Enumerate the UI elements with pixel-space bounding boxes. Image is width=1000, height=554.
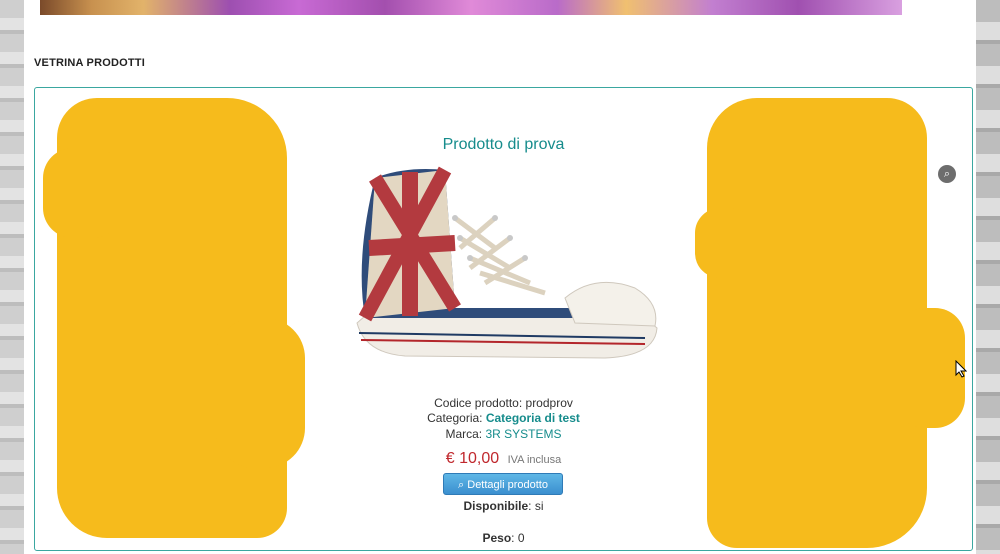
- magnifier-icon: ⌕: [458, 479, 465, 491]
- product-title[interactable]: Prodotto di prova: [35, 136, 972, 154]
- product-category-label: Categoria:: [427, 411, 483, 425]
- product-price: € 10,00: [445, 450, 500, 467]
- vat-note: IVA inclusa: [507, 454, 562, 466]
- mouse-cursor-icon: [955, 360, 967, 378]
- product-brand-link[interactable]: 3R SYSTEMS: [486, 427, 562, 441]
- product-brand-line: Marca: 3R SYSTEMS: [35, 427, 972, 441]
- product-code-label: Codice prodotto:: [434, 396, 523, 410]
- background-left: [0, 0, 24, 554]
- product-category-link[interactable]: Categoria di test: [486, 411, 580, 425]
- redaction-left-extra: [43, 148, 123, 238]
- header-banner: [40, 0, 902, 15]
- page-content: VETRINA PRODOTTI Prodotto di prova ⌕ Cod…: [24, 0, 976, 554]
- redaction-left-extra2: [215, 318, 305, 468]
- availability-label: Disponibile: [463, 499, 529, 513]
- product-image[interactable]: [345, 158, 665, 378]
- product-category-line: Categoria: Categoria di test: [35, 411, 972, 425]
- background-right: [976, 0, 1000, 554]
- weight-line: Peso: 0: [35, 531, 972, 545]
- availability-value: : si: [528, 499, 544, 513]
- product-showcase-panel: Prodotto di prova ⌕ Codice prodotto: pro…: [34, 87, 973, 551]
- weight-label: Peso: [482, 531, 512, 545]
- redaction-right: [707, 98, 927, 548]
- section-title: VETRINA PRODOTTI: [34, 57, 145, 69]
- product-details-button[interactable]: ⌕ Dettagli prodotto: [443, 473, 563, 495]
- product-code-value: prodprov: [525, 396, 573, 410]
- zoom-icon[interactable]: ⌕: [938, 165, 956, 183]
- product-brand-label: Marca:: [445, 427, 483, 441]
- product-price-line: € 10,00 IVA inclusa: [35, 450, 972, 468]
- availability-line: Disponibile: si: [35, 499, 972, 513]
- product-code-line: Codice prodotto: prodprov: [35, 396, 972, 410]
- product-details-button-label: Dettagli prodotto: [467, 479, 548, 491]
- weight-value: : 0: [511, 531, 525, 545]
- redaction-right-extra: [695, 208, 755, 278]
